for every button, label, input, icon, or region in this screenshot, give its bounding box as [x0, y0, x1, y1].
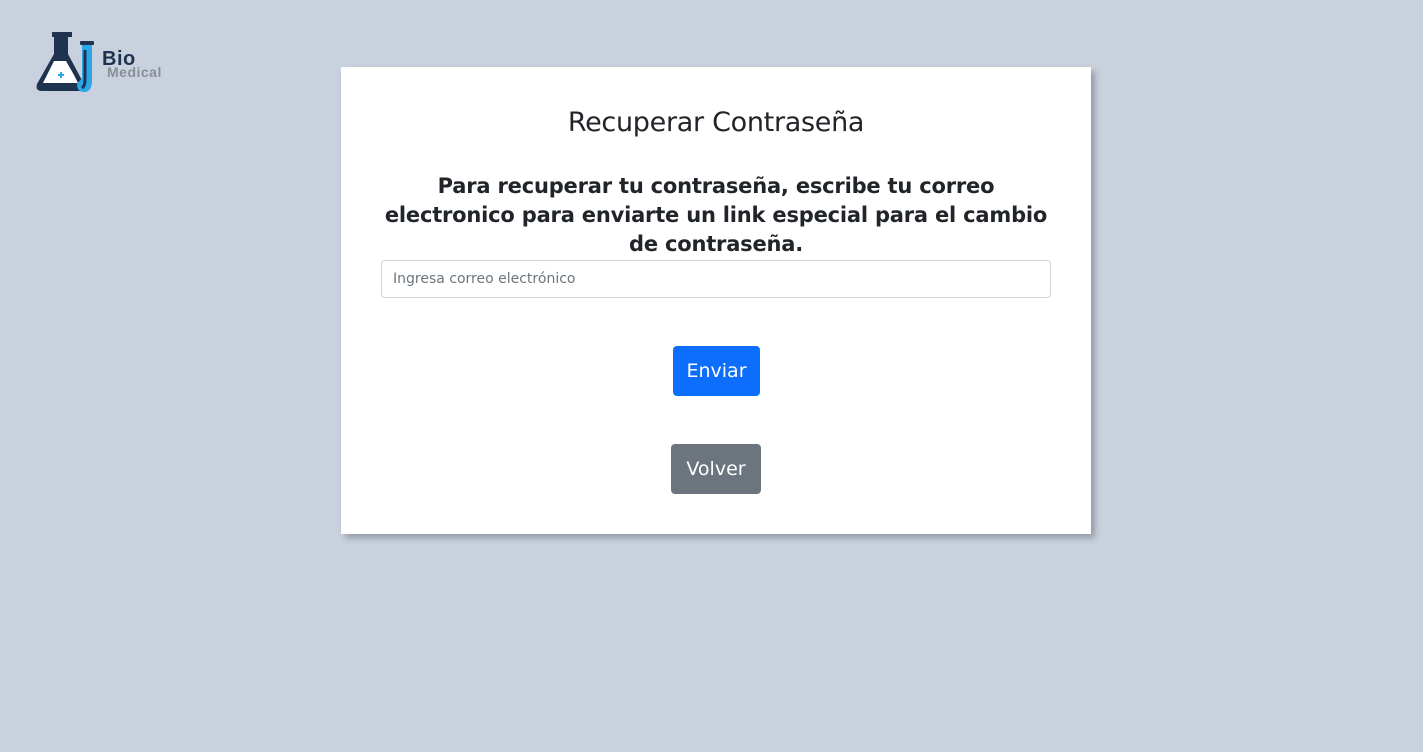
back-button[interactable]: Volver: [671, 444, 761, 494]
send-button[interactable]: Enviar: [673, 346, 760, 396]
email-input[interactable]: [381, 260, 1051, 298]
brand-name-medical: Medical: [107, 64, 162, 80]
flask-icon: [36, 32, 94, 92]
page-title: Recuperar Contraseña: [567, 107, 865, 138]
brand-logo: Bio Medical: [30, 28, 180, 98]
password-recovery-card: Recuperar Contraseña Para recuperar tu c…: [341, 67, 1091, 534]
instructions-text: Para recuperar tu contraseña, escribe tu…: [384, 174, 1048, 256]
